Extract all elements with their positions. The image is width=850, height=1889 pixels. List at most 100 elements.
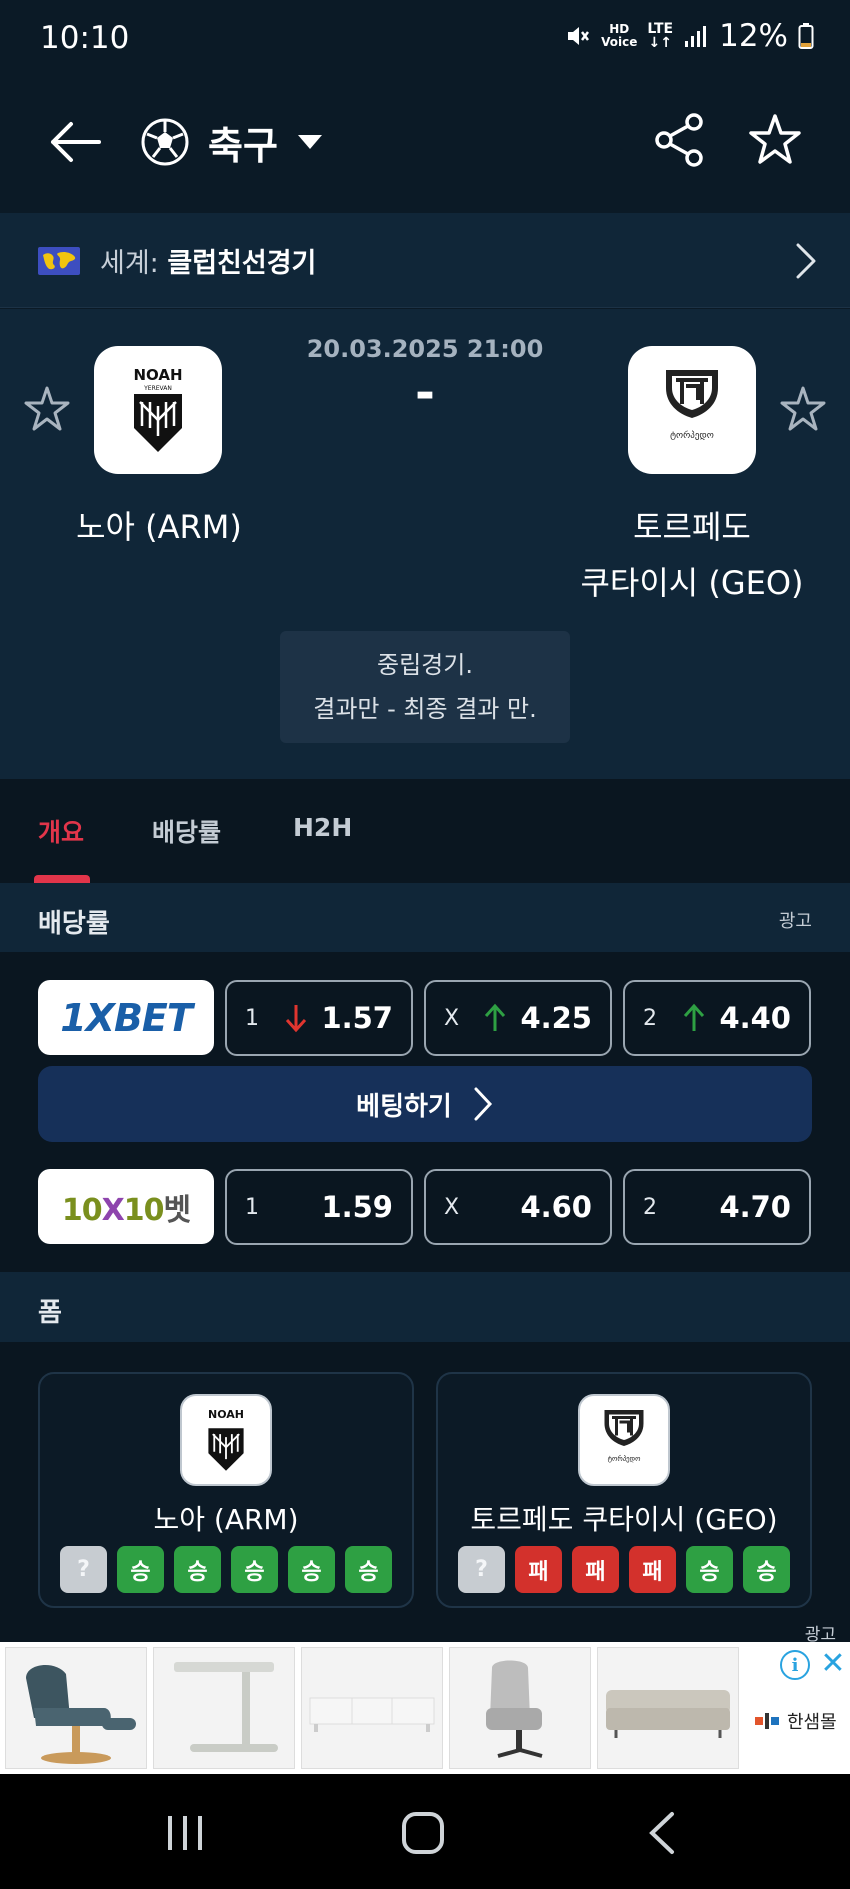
ad-product-side-table[interactable] [153, 1647, 295, 1769]
tab-overview[interactable]: 개요 [38, 813, 84, 849]
arrow-down-icon [286, 1005, 307, 1033]
app-bar: 축구 [0, 80, 850, 210]
tab-bar: 개요 배당률 H2H [0, 779, 850, 883]
bet-button[interactable]: 베팅하기 [38, 1066, 812, 1142]
home-team-name[interactable]: 노아 (ARM) [0, 499, 318, 555]
svg-text:YEREVAN: YEREVAN [143, 385, 172, 392]
form-result-win[interactable]: 승 [117, 1546, 164, 1593]
chevron-right-icon [796, 243, 816, 279]
svg-text:NOAH: NOAH [133, 366, 182, 384]
home-form-card[interactable]: NOAH 노아 (ARM) ? 승 승 승 승 승 [38, 1372, 414, 1608]
form-result-win[interactable]: 승 [743, 1546, 790, 1593]
form-result-loss[interactable]: 패 [515, 1546, 562, 1593]
ad-close-icon[interactable]: ✕ [818, 1649, 848, 1680]
odd-key: X [444, 1005, 460, 1031]
hd-voice-badge: HD Voice [601, 23, 637, 49]
odd-away-10x10[interactable]: 2 4.70 [623, 1169, 811, 1245]
form-result-win[interactable]: 승 [174, 1546, 221, 1593]
odd-key: 2 [643, 1194, 657, 1220]
away-team-logo[interactable]: ტორპედო [628, 346, 756, 474]
arrow-up-icon [485, 1003, 506, 1031]
sport-selector[interactable]: 축구 [140, 112, 324, 172]
away-favorite-star-icon[interactable] [777, 384, 829, 436]
mute-icon [568, 27, 590, 45]
odds-area: 1XBET 1 1.57 X 4.25 2 4.40 베팅하기 10X10벳 1… [0, 952, 850, 1272]
odd-draw-1xbet[interactable]: X 4.25 [424, 980, 612, 1056]
bookmaker-10x10-logo[interactable]: 10X10벳 [38, 1169, 214, 1244]
odd-home-1xbet[interactable]: 1 1.57 [225, 980, 413, 1056]
banner-ad[interactable]: i ✕ 한샘몰 [0, 1642, 850, 1774]
form-result-win[interactable]: 승 [288, 1546, 335, 1593]
odd-value-group: 1.57 [285, 1001, 393, 1035]
torpedo-crest-icon: ტორპედო [666, 370, 718, 441]
form-result-loss[interactable]: 패 [629, 1546, 676, 1593]
away-team-logo-small: ტორპედო [578, 1394, 670, 1486]
odd-draw-10x10[interactable]: X 4.60 [424, 1169, 612, 1245]
away-team-name[interactable]: 토르페도 쿠타이시 (GEO) [560, 499, 824, 611]
tab-odds[interactable]: 배당률 [152, 813, 221, 849]
odds-section-header: 배당률 광고 [0, 883, 850, 953]
bookmaker-1xbet-logo[interactable]: 1XBET [38, 980, 214, 1055]
back-arrow-icon[interactable] [45, 112, 105, 172]
ad-brand[interactable]: 한샘몰 [755, 1708, 837, 1734]
back-nav-icon[interactable] [638, 1808, 688, 1858]
bookmaker-1xbet-name: 1XBET [60, 995, 193, 1040]
recent-apps-icon[interactable] [160, 1808, 210, 1858]
ad-product-sofa[interactable] [597, 1647, 739, 1769]
match-header: 20.03.2025 21:00 - NOAH YEREVAN 노아 (ARM)… [0, 309, 850, 779]
share-icon[interactable] [650, 110, 710, 170]
svg-text:ტორპედო: ტორპედო [670, 430, 714, 441]
form-result-unknown[interactable]: ? [60, 1546, 107, 1593]
home-button-icon[interactable] [398, 1808, 448, 1858]
match-notice: 중립경기. 결과만 - 최종 결과 만. [280, 631, 570, 743]
voice-label: Voice [601, 35, 638, 49]
ad-info-icon[interactable]: i [780, 1650, 810, 1680]
home-favorite-star-icon[interactable] [21, 384, 73, 436]
signal-icon [685, 26, 707, 47]
battery-percent: 12% [719, 18, 788, 54]
away-team-name-line1: 토르페도 [633, 508, 751, 546]
ad-product-recliner[interactable] [5, 1647, 147, 1769]
odd-value-group: 4.25 [484, 1001, 592, 1035]
league-bar[interactable]: 세계: 클럽친선경기 [0, 213, 850, 308]
home-team-logo[interactable]: NOAH YEREVAN [94, 346, 222, 474]
odds-section-title: 배당률 [38, 909, 110, 939]
data-arrows-icon: ↓↑ [648, 35, 672, 51]
odd-key: 1 [245, 1005, 259, 1031]
odd-value: 4.70 [719, 1190, 791, 1224]
brand-part-c: 벳 [163, 1192, 192, 1228]
status-time: 10:10 [40, 20, 130, 56]
hanssem-logo-icon [755, 1713, 779, 1729]
noah-crest-icon: NOAH YEREVAN [133, 366, 183, 452]
league-prefix: 세계: [100, 248, 168, 279]
ad-product-armchair[interactable] [449, 1647, 591, 1769]
bookmaker-10x10-name: 10X10벳 [62, 1185, 192, 1229]
favorite-star-icon[interactable] [745, 110, 805, 170]
away-team-name-line2: 쿠타이시 (GEO) [580, 564, 804, 602]
league-name: 클럽친선경기 [167, 248, 317, 279]
world-flag-icon [38, 247, 80, 275]
noah-crest-icon: NOAH [208, 1408, 244, 1471]
odd-key: X [444, 1194, 460, 1220]
away-form-team-name: 토르페도 쿠타이시 (GEO) [470, 1503, 778, 1536]
home-team-logo-small: NOAH [180, 1394, 272, 1486]
away-form-card[interactable]: ტორპედო 토르페도 쿠타이시 (GEO) ? 패 패 패 승 승 [436, 1372, 812, 1608]
odd-key: 1 [245, 1194, 259, 1220]
form-result-unknown[interactable]: ? [458, 1546, 505, 1593]
form-result-win[interactable]: 승 [231, 1546, 278, 1593]
form-result-win[interactable]: 승 [345, 1546, 392, 1593]
chevron-right-icon [474, 1087, 492, 1121]
away-form-results: ? 패 패 패 승 승 [438, 1546, 810, 1593]
odd-value: 4.25 [520, 1001, 592, 1035]
tab-h2h[interactable]: H2H [293, 813, 352, 842]
odd-home-10x10[interactable]: 1 1.59 [225, 1169, 413, 1245]
active-tab-indicator [34, 875, 90, 883]
torpedo-crest-icon: ტორპედო [604, 1410, 644, 1463]
odd-value: 4.60 [520, 1190, 592, 1224]
svg-text:NOAH: NOAH [208, 1408, 244, 1421]
ad-brand-name: 한샘몰 [787, 1712, 837, 1733]
form-result-win[interactable]: 승 [686, 1546, 733, 1593]
odd-away-1xbet[interactable]: 2 4.40 [623, 980, 811, 1056]
ad-product-tv-stand[interactable] [301, 1647, 443, 1769]
form-result-loss[interactable]: 패 [572, 1546, 619, 1593]
